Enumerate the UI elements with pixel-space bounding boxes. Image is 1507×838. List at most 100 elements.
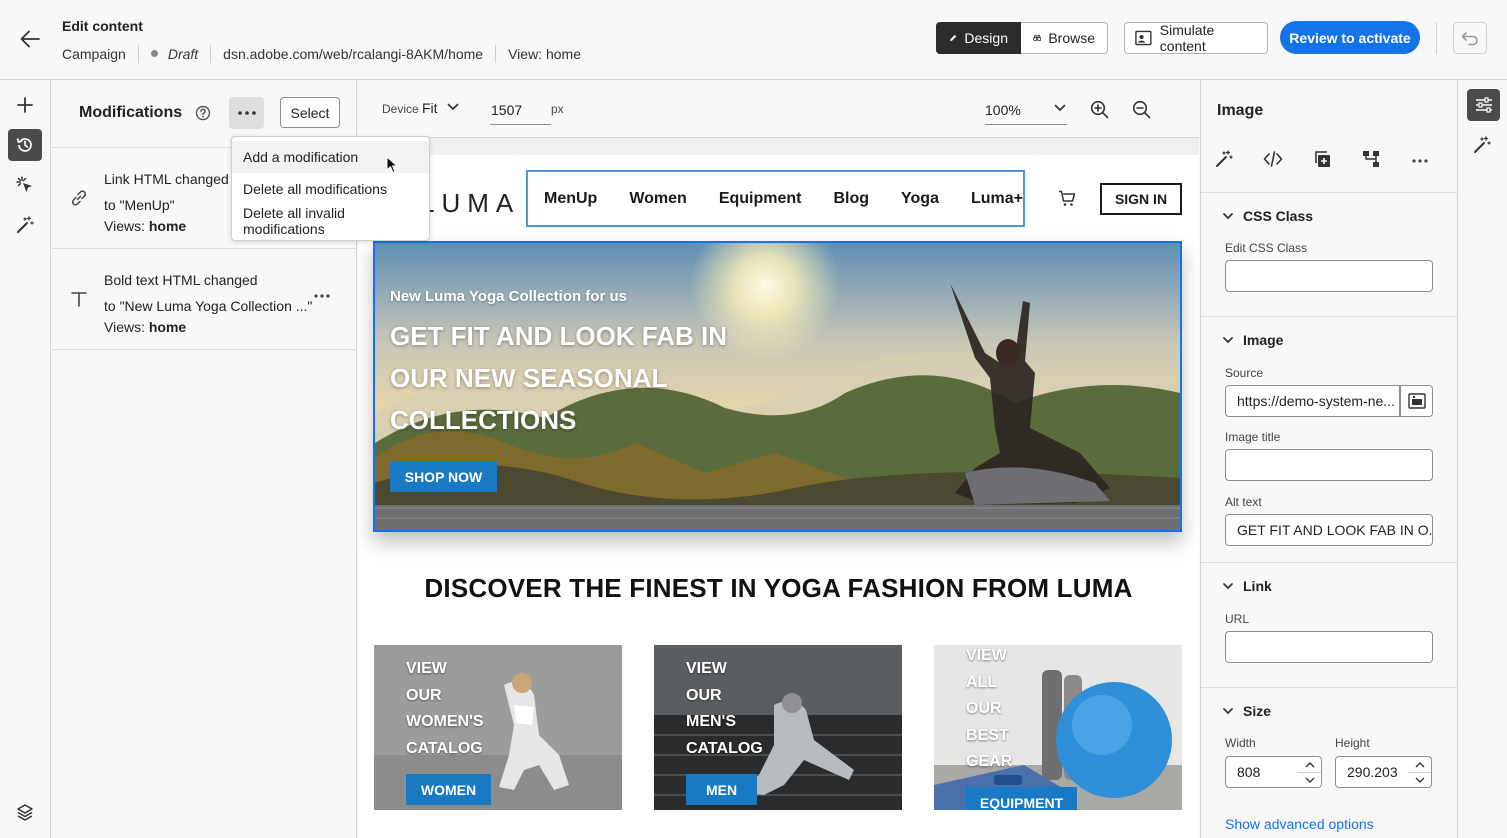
browse-button[interactable]: Browse [1021, 22, 1108, 54]
menu-item-delete-all[interactable]: Delete all modifications [232, 173, 429, 205]
layers-button[interactable] [8, 796, 42, 828]
duplicate-icon[interactable] [1313, 150, 1331, 168]
zoom-out-icon[interactable] [1132, 100, 1151, 119]
equipment-catalog-card[interactable]: VIEW ALL OUR BEST GEAR EQUIPMENT [934, 645, 1182, 810]
code-icon[interactable] [1263, 150, 1283, 168]
modifications-history-button[interactable] [8, 129, 42, 161]
css-class-section-header[interactable]: CSS Class [1223, 208, 1313, 224]
link-section: Link URL [1201, 562, 1457, 687]
modifications-title: Modifications [79, 104, 183, 121]
card-title: VIEW ALL OUR BEST GEAR [966, 645, 1076, 776]
menu-item-add-modification[interactable]: Add a modification [232, 141, 429, 173]
chevron-down-icon[interactable] [1305, 777, 1315, 783]
chevron-down-icon[interactable] [1415, 777, 1425, 783]
section-title: Link [1243, 578, 1272, 594]
left-rail [0, 80, 51, 838]
chevron-down-icon[interactable] [1054, 104, 1066, 112]
browse-label: Browse [1048, 30, 1095, 46]
nav-link-luma-plus[interactable]: Luma+ [971, 190, 1023, 208]
target-click-button[interactable] [8, 169, 42, 201]
men-button[interactable]: MEN [686, 774, 757, 805]
section-heading[interactable]: DISCOVER THE FINEST IN YOGA FASHION FROM… [358, 573, 1199, 604]
card-title-line: WOMEN'S [406, 713, 484, 730]
card-title-line: BEST [966, 726, 1009, 744]
top-bar: Edit content Campaign Draft dsn.adobe.co… [0, 0, 1507, 80]
css-class-input[interactable] [1225, 260, 1433, 292]
design-button[interactable]: Design [936, 22, 1021, 54]
nav-link-yoga[interactable]: Yoga [901, 190, 939, 208]
device-width-input[interactable]: 1507 [490, 96, 551, 125]
modification-description: Bold text HTML changed [104, 272, 258, 288]
shop-now-button[interactable]: SHOP NOW [390, 461, 497, 492]
main-navigation[interactable]: MenUp Women Equipment Blog Yoga Luma+ [526, 170, 1025, 227]
height-stepper[interactable] [1408, 756, 1432, 788]
element-tree-icon[interactable] [1362, 150, 1380, 168]
size-section-header[interactable]: Size [1223, 703, 1271, 719]
mode-toggle: Design Browse [936, 22, 1108, 54]
image-title-input[interactable] [1225, 449, 1433, 481]
chevron-down-icon [1223, 336, 1233, 343]
width-input[interactable]: 808 [1225, 756, 1299, 788]
back-button[interactable] [14, 24, 46, 54]
arrow-left-icon [20, 30, 40, 48]
magic-wand-icon[interactable] [1473, 136, 1491, 154]
chevron-down-icon[interactable] [447, 103, 459, 111]
sign-in-button[interactable]: SIGN IN [1100, 183, 1182, 215]
width-stepper[interactable] [1298, 756, 1322, 788]
nav-link-equipment[interactable]: Equipment [719, 190, 802, 208]
source-input[interactable]: https://demo-system-ne... [1225, 385, 1400, 417]
hero-heading[interactable]: GET FIT AND LOOK FAB IN OUR NEW SEASONAL… [390, 315, 770, 441]
source-label: Source [1225, 366, 1264, 380]
nav-link-women[interactable]: Women [629, 190, 686, 208]
device-select[interactable]: Fit [422, 100, 438, 116]
properties-panel: Image CSS Class Edit CSS Class Image Sou… [1200, 80, 1457, 838]
css-class-label: Edit CSS Class [1225, 241, 1308, 255]
chevron-up-icon[interactable] [1305, 762, 1315, 768]
simulate-content-button[interactable]: Simulate content [1124, 22, 1268, 54]
alt-text-input[interactable]: GET FIT AND LOOK FAB IN O... [1225, 514, 1433, 546]
menu-item-delete-invalid[interactable]: Delete all invalid modifications [232, 205, 429, 237]
hero-kicker[interactable]: New Luma Yoga Collection for us [390, 288, 627, 305]
browse-image-button[interactable] [1400, 385, 1433, 417]
ellipsis-icon[interactable] [1412, 159, 1428, 163]
nav-link-blog[interactable]: Blog [833, 190, 869, 208]
properties-toggle-button[interactable] [1467, 89, 1500, 121]
zoom-in-icon[interactable] [1090, 100, 1109, 119]
history-icon [16, 138, 32, 152]
cart-icon[interactable] [1058, 190, 1076, 207]
women-button[interactable]: WOMEN [406, 774, 491, 805]
item-more-icon[interactable] [314, 294, 330, 298]
list-item[interactable]: Bold text HTML changed to "New Luma Yoga… [52, 249, 357, 350]
modification-views: Views: home [104, 319, 186, 335]
image-section-header[interactable]: Image [1223, 332, 1283, 348]
text-icon [71, 292, 87, 307]
pencil-icon [950, 34, 957, 42]
modifications-menu: Add a modification Delete all modificati… [231, 136, 430, 241]
binoculars-icon [1033, 34, 1042, 42]
select-button[interactable]: Select [280, 97, 340, 128]
breadcrumb: Campaign Draft dsn.adobe.com/web/rcalang… [62, 44, 581, 63]
link-section-header[interactable]: Link [1223, 578, 1272, 594]
men-catalog-card[interactable]: VIEW OUR MEN'S CATALOG MEN [654, 645, 902, 810]
women-catalog-card[interactable]: VIEW OUR WOMEN'S CATALOG WOMEN [374, 645, 622, 810]
luma-logo[interactable]: LUMA [420, 188, 520, 219]
url-label: URL [1225, 612, 1250, 626]
nav-link-menup[interactable]: MenUp [544, 190, 597, 208]
height-input[interactable]: 290.203 [1335, 756, 1409, 788]
website-preview: LUMA MenUp Women Equipment Blog Yoga Lum… [358, 155, 1199, 838]
hero-banner[interactable]: New Luma Yoga Collection for us GET FIT … [373, 241, 1182, 532]
chevron-up-icon[interactable] [1415, 762, 1425, 768]
more-options-button[interactable] [229, 97, 264, 129]
help-icon[interactable] [195, 105, 211, 121]
view-label: View: home [508, 45, 581, 62]
show-advanced-options-link[interactable]: Show advanced options [1225, 816, 1374, 832]
url-input[interactable] [1225, 631, 1433, 663]
magic-wand-icon[interactable] [1215, 150, 1233, 168]
equipment-button[interactable]: EQUIPMENT [966, 787, 1077, 810]
review-to-activate-button[interactable]: Review to activate [1280, 21, 1420, 54]
page-url: dsn.adobe.com/web/rcalangi-8AKM/home [223, 45, 484, 62]
magic-wand-icon [17, 216, 34, 233]
magic-wand-button[interactable] [8, 209, 42, 241]
undo-button[interactable] [1453, 22, 1487, 54]
add-button[interactable] [8, 89, 42, 121]
